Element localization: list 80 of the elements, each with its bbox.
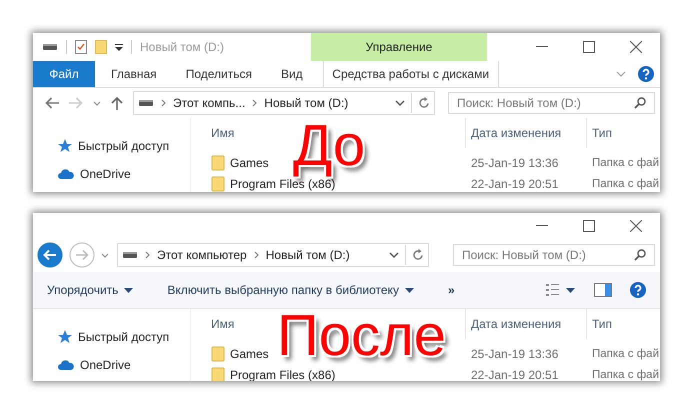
minimize-icon[interactable] (536, 46, 548, 48)
cloud-icon (58, 169, 74, 179)
breadcrumb[interactable]: Этот компь... (173, 96, 246, 110)
folder-icon (211, 176, 225, 192)
overlay-caption: После (277, 307, 446, 365)
star-icon (58, 139, 72, 153)
breadcrumb[interactable]: Новый том (D:) (264, 96, 348, 110)
window-title: Новый том (D:) (140, 40, 224, 54)
column-header[interactable]: Дата изменения (471, 317, 562, 331)
breadcrumb[interactable]: Этот компьютер (157, 248, 247, 262)
date-cell-text: 22-Jan-19 20:51 (471, 368, 560, 381)
sidebar-item[interactable]: Быстрый доступ (78, 139, 170, 153)
chevron-icon (145, 251, 150, 259)
help-icon[interactable] (638, 66, 654, 82)
column-header[interactable]: Тип (592, 317, 612, 331)
search-field[interactable]: Поиск: Новый том (D:) (448, 92, 655, 114)
search-icon (634, 97, 646, 109)
sidebar-item[interactable]: Быстрый доступ (78, 330, 170, 344)
chevron-icon (254, 251, 259, 259)
recent-caret-icon[interactable] (93, 100, 101, 106)
back-arrow-icon[interactable] (45, 97, 59, 109)
dropdown-caret-icon[interactable] (389, 252, 399, 258)
column-header[interactable]: Имя (211, 317, 234, 331)
file-name[interactable]: Program Files (x86) (230, 368, 336, 381)
context-group-header: Управление (311, 33, 487, 61)
back-button[interactable] (37, 242, 63, 268)
file-name[interactable]: Program Files (x86) (230, 176, 336, 190)
chevron-icon (252, 99, 258, 107)
sidebar-item[interactable]: OneDrive (80, 167, 131, 181)
maximize-icon[interactable] (583, 220, 595, 232)
toolbar-menu-button[interactable]: Упорядочить (39, 279, 142, 301)
address-bar[interactable]: Этот компь... Новый том (D:) (133, 91, 435, 115)
chevron-icon (161, 99, 166, 107)
close-icon[interactable] (630, 220, 642, 232)
toolbar-menu-button[interactable]: Включить выбранную папку в библиотеку (159, 279, 422, 301)
file-name[interactable]: Games (230, 346, 269, 360)
file-name[interactable]: Games (230, 156, 269, 170)
folder-icon (211, 346, 225, 362)
drive-icon (138, 98, 154, 108)
minimize-icon[interactable] (536, 224, 548, 226)
date-cell-text: 25-Jan-19 13:36 (471, 156, 560, 170)
close-icon[interactable] (630, 41, 642, 53)
preview-pane-icon[interactable] (594, 283, 612, 297)
drive-icon (122, 250, 138, 260)
dropdown-caret-icon[interactable] (395, 100, 405, 106)
overlay-caption: До (293, 117, 366, 175)
file-tab[interactable]: Файл (33, 61, 95, 87)
drive-icon (42, 42, 58, 52)
refresh-icon[interactable] (412, 249, 424, 261)
type-cell: Папка с фай (592, 368, 660, 380)
maximize-icon[interactable] (583, 41, 595, 53)
breadcrumb[interactable]: Новый том (D:) (266, 248, 350, 262)
more-button[interactable]: » (440, 279, 463, 301)
expand-ribbon-icon[interactable] (616, 71, 626, 77)
column-header[interactable]: Тип (592, 126, 612, 140)
view-options-icon[interactable] (546, 284, 576, 296)
caret-icon (124, 288, 134, 292)
address-bar[interactable]: Этот компьютер Новый том (D:) (117, 243, 429, 267)
star-icon (58, 330, 72, 344)
ribbon-tab[interactable]: Средства работы с дисками (322, 61, 499, 87)
refresh-icon[interactable] (418, 97, 430, 109)
date-cell-text: 22-Jan-19 20:51 (471, 176, 560, 190)
help-icon[interactable] (630, 282, 646, 298)
date-cell-text: 25-Jan-19 13:36 (471, 346, 560, 360)
type-cell: Папка с фай (592, 156, 660, 168)
type-cell: Папка с фай (592, 178, 660, 190)
column-header[interactable]: Имя (211, 126, 234, 140)
properties-icon[interactable] (75, 40, 87, 54)
search-field[interactable]: Поиск: Новый том (D:) (453, 244, 655, 266)
sidebar-item[interactable]: OneDrive (80, 358, 131, 372)
caret-icon (404, 288, 414, 292)
folder-icon (211, 154, 225, 170)
type-cell: Папка с фай (592, 348, 660, 360)
customize-caret-icon[interactable] (115, 44, 123, 50)
up-arrow-icon[interactable] (111, 96, 123, 110)
search-icon (634, 249, 646, 261)
column-header[interactable]: Дата изменения (471, 126, 562, 140)
folder-icon (211, 366, 225, 381)
recent-caret-icon[interactable] (101, 252, 109, 258)
cloud-icon (58, 360, 74, 370)
